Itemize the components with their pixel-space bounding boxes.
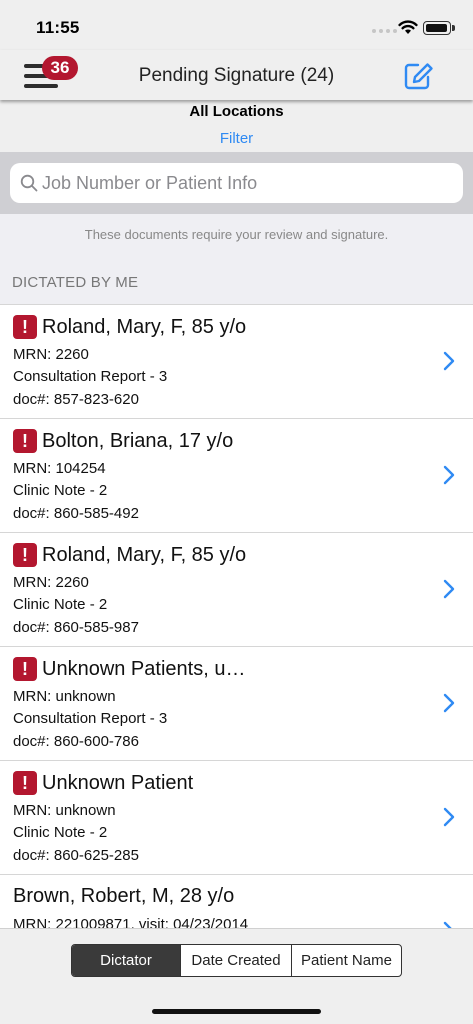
mrn-text: MRN: unknown	[13, 802, 116, 819]
patient-name-text: Unknown Patients, u…	[42, 657, 246, 680]
search-bar	[0, 152, 473, 214]
chevron-right-icon	[443, 693, 455, 713]
location-header: All Locations Filter	[0, 100, 473, 152]
wifi-icon	[398, 20, 418, 34]
sort-segmented-control: Dictator Date Created Patient Name	[71, 944, 402, 977]
patient-name: ! Roland, Mary, F, 85 y/o	[13, 543, 246, 567]
chevron-right-icon	[443, 807, 455, 827]
mrn-text: MRN: 2260	[13, 346, 89, 363]
patient-name: ! Unknown Patient	[13, 771, 193, 795]
sort-date-created-tab[interactable]: Date Created	[181, 945, 292, 976]
battery-icon	[423, 21, 455, 35]
alert-icon: !	[13, 429, 37, 453]
navigation-bar: 36 Pending Signature (24)	[0, 50, 473, 100]
status-time: 11:55	[36, 18, 80, 37]
search-icon	[20, 174, 38, 192]
document-type: Consultation Report - 3	[13, 710, 168, 727]
chevron-right-icon	[443, 465, 455, 485]
document-type: Clinic Note - 2	[13, 824, 108, 841]
document-type: Consultation Report - 3	[13, 368, 168, 385]
mrn-text: MRN: 104254	[13, 460, 106, 477]
mrn-text: MRN: 221009871, visit: 04/23/2014	[13, 916, 249, 928]
alert-icon: !	[13, 657, 37, 681]
list-item[interactable]: ! Bolton, Briana, 17 y/o MRN: 104254 Cli…	[0, 419, 473, 533]
chevron-right-icon	[443, 351, 455, 371]
section-header: DICTATED BY ME	[12, 274, 139, 291]
patient-name: Brown, Robert, M, 28 y/o	[13, 885, 234, 908]
patient-name: ! Roland, Mary, F, 85 y/o	[13, 315, 246, 339]
mrn-text: MRN: 2260	[13, 574, 89, 591]
compose-icon	[404, 63, 433, 90]
list-item[interactable]: ! Unknown Patients, u… MRN: unknown Cons…	[0, 647, 473, 761]
document-number: doc#: 860-585-987	[13, 619, 139, 636]
compose-button[interactable]	[404, 62, 436, 92]
list-item[interactable]: ! Roland, Mary, F, 85 y/o MRN: 2260 Clin…	[0, 533, 473, 647]
patient-name-text: Bolton, Briana, 17 y/o	[42, 429, 234, 452]
document-number: doc#: 860-625-285	[13, 847, 139, 864]
search-box	[10, 163, 463, 203]
patient-name-text: Roland, Mary, F, 85 y/o	[42, 315, 247, 338]
document-number: doc#: 860-600-786	[13, 733, 139, 750]
location-title: All Locations	[189, 103, 284, 120]
patient-name-text: Unknown Patient	[42, 771, 194, 794]
chevron-right-icon	[443, 921, 452, 928]
alert-icon: !	[13, 315, 37, 339]
mrn-text: MRN: unknown	[13, 688, 116, 705]
filter-link[interactable]: Filter	[0, 130, 473, 147]
document-type: Clinic Note - 2	[13, 596, 108, 613]
patient-name: ! Bolton, Briana, 17 y/o	[13, 429, 233, 453]
alert-icon: !	[13, 771, 37, 795]
chevron-right-icon	[443, 579, 455, 599]
sort-toolbar: Dictator Date Created Patient Name	[0, 928, 473, 1024]
patient-name-text: Brown, Robert, M, 28 y/o	[13, 885, 235, 907]
status-bar: 11:55	[0, 0, 473, 50]
alert-icon: !	[13, 543, 37, 567]
search-input[interactable]	[42, 163, 452, 203]
list-item[interactable]: ! Unknown Patient MRN: unknown Clinic No…	[0, 761, 473, 875]
sort-patient-name-tab[interactable]: Patient Name	[292, 945, 401, 976]
document-number: doc#: 860-585-492	[13, 505, 139, 522]
sort-dictator-tab[interactable]: Dictator	[72, 945, 181, 976]
list-item[interactable]: ! Roland, Mary, F, 85 y/o MRN: 2260 Cons…	[0, 305, 473, 419]
document-type: Clinic Note - 2	[13, 482, 108, 499]
patient-name-text: Roland, Mary, F, 85 y/o	[42, 543, 247, 566]
document-number: doc#: 857-823-620	[13, 391, 139, 408]
page-title: Pending Signature (24)	[138, 65, 335, 86]
list-item[interactable]: Brown, Robert, M, 28 y/o MRN: 221009871,…	[0, 875, 473, 928]
cellular-signal-icon	[372, 29, 397, 33]
document-list: ! Roland, Mary, F, 85 y/o MRN: 2260 Cons…	[0, 304, 473, 928]
home-indicator[interactable]	[152, 1009, 321, 1014]
info-text: These documents require your review and …	[84, 227, 389, 242]
info-section: These documents require your review and …	[0, 214, 473, 304]
patient-name: ! Unknown Patients, u…	[13, 657, 245, 681]
